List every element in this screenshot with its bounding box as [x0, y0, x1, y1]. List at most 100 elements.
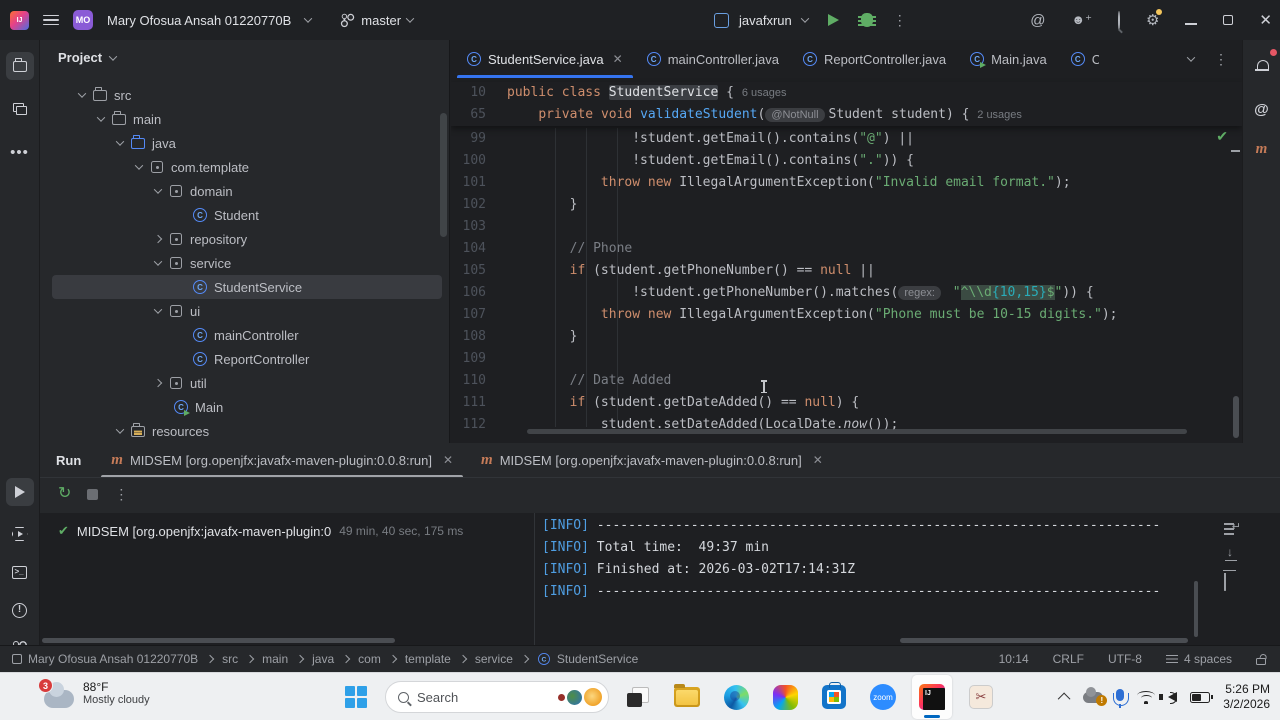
debug-button[interactable]: [857, 13, 876, 27]
run-tab[interactable]: m MIDSEM [org.openjfx:javafx-maven-plugin…: [97, 443, 467, 477]
project-tree-item[interactable]: resources: [40, 419, 449, 443]
project-tree-item[interactable]: C ReportController: [40, 347, 449, 371]
line-ending[interactable]: CRLF: [1053, 652, 1084, 666]
breadcrumb-item[interactable]: template: [405, 652, 451, 666]
terminal-tool-icon[interactable]: [6, 558, 34, 586]
breadcrumb-item[interactable]: com: [358, 652, 381, 666]
project-tree-item[interactable]: ui: [40, 299, 449, 323]
structure-tool-icon[interactable]: [6, 95, 34, 123]
code-area[interactable]: 10 public class StudentService { 6 usages…: [451, 78, 1242, 443]
tree-chevron-icon[interactable]: [115, 137, 125, 146]
edge-button[interactable]: [716, 675, 756, 719]
close-button[interactable]: ✕: [1259, 11, 1272, 29]
editor-tab[interactable]: C StudentService.java ✕: [455, 40, 635, 78]
project-tree-item[interactable]: C Student: [40, 203, 449, 227]
console-hscrollbar[interactable]: [900, 638, 1188, 643]
store-button[interactable]: [814, 675, 854, 719]
notifications-bell-icon[interactable]: [1248, 49, 1277, 80]
breadcrumb-item[interactable]: Mary Ofosua Ansah 01220770B: [12, 652, 198, 666]
microphone-icon[interactable]: [1113, 689, 1130, 708]
file-encoding[interactable]: UTF-8: [1108, 652, 1142, 666]
breadcrumb-item[interactable]: main: [262, 652, 288, 666]
project-tree-item[interactable]: repository: [40, 227, 449, 251]
breadcrumb-item[interactable]: C StudentService: [537, 652, 638, 666]
project-tree-item[interactable]: java: [40, 131, 449, 155]
tab-options-icon[interactable]: ⋮: [1214, 52, 1228, 66]
ai-assistant-icon[interactable]: @: [1030, 12, 1045, 29]
settings-gear-icon[interactable]: ⚙: [1146, 9, 1163, 29]
editor-pane[interactable]: C StudentService.java ✕ CmainController.jav…: [451, 40, 1242, 443]
restore-button[interactable]: [1223, 12, 1234, 29]
project-tool-icon[interactable]: [5, 52, 34, 80]
project-name[interactable]: Mary Ofosua Ansah 01220770B: [107, 13, 291, 28]
project-tree-item[interactable]: util: [40, 371, 449, 395]
run-tree-hscrollbar[interactable]: [42, 638, 395, 643]
inspections-ok-icon[interactable]: ✔: [1216, 128, 1228, 145]
project-panel-title[interactable]: Project: [58, 50, 102, 65]
clock-widget[interactable]: 5:26 PM 3/2/2026: [1223, 682, 1270, 712]
more-tools-icon[interactable]: •••: [6, 138, 34, 166]
task-view-button[interactable]: [618, 675, 658, 719]
run-tab-close-icon[interactable]: ✕: [813, 453, 823, 467]
intellij-taskbar-button[interactable]: [912, 675, 952, 719]
editor-vscrollbar[interactable]: [1233, 396, 1239, 438]
battery-icon[interactable]: [1190, 691, 1214, 703]
breadcrumb-item[interactable]: src: [222, 652, 238, 666]
editor-tab[interactable]: C ReportController.java: [791, 40, 958, 78]
more-run-actions-icon[interactable]: ⋮: [893, 13, 907, 27]
project-chevron-icon[interactable]: [304, 14, 313, 23]
file-explorer-button[interactable]: [667, 675, 707, 719]
indent-setting[interactable]: 4 spaces: [1165, 652, 1232, 666]
soft-wrap-icon[interactable]: [1224, 520, 1241, 535]
console-output[interactable]: [INFO] ---------------------------------…: [542, 515, 1208, 637]
minimize-button[interactable]: [1185, 12, 1198, 29]
project-tree-item[interactable]: main: [40, 107, 449, 131]
zoom-button[interactable]: zoom: [863, 675, 903, 719]
project-tree-item[interactable]: C Main: [40, 395, 449, 419]
ai-chat-icon[interactable]: @: [1248, 95, 1276, 123]
project-scrollbar[interactable]: [440, 113, 447, 237]
editor-tab[interactable]: CC: [1059, 40, 1099, 78]
file-lock-icon[interactable]: [1256, 654, 1266, 665]
services-tool-icon[interactable]: [6, 520, 34, 548]
project-tree-item[interactable]: domain: [40, 179, 449, 203]
wifi-icon[interactable]: [1137, 690, 1156, 704]
tree-chevron-icon[interactable]: [115, 425, 125, 434]
tray-overflow-chevron-icon[interactable]: [1058, 692, 1071, 705]
tree-chevron-icon[interactable]: [153, 305, 163, 314]
volume-icon[interactable]: [1159, 692, 1178, 704]
main-menu-icon[interactable]: [43, 11, 59, 30]
snipping-tool-button[interactable]: ✂: [961, 675, 1001, 719]
run-more-icon[interactable]: ⋮: [114, 487, 128, 501]
run-config-name[interactable]: javafxrun: [739, 13, 792, 28]
problems-tool-icon[interactable]: !: [6, 596, 34, 624]
project-tree-item[interactable]: src: [40, 83, 449, 107]
taskbar-search[interactable]: Search: [385, 681, 609, 713]
maven-tool-icon[interactable]: m: [1248, 135, 1276, 163]
tree-chevron-icon[interactable]: [77, 89, 87, 98]
project-tree-item[interactable]: CmainController: [40, 323, 449, 347]
project-tree-item[interactable]: com.template: [40, 155, 449, 179]
add-user-icon[interactable]: ☻⁺: [1071, 12, 1092, 28]
git-branch-widget[interactable]: master: [341, 13, 415, 28]
project-panel-chevron-icon[interactable]: [108, 51, 118, 61]
editor-tab[interactable]: CmainController.java: [635, 40, 791, 78]
hidden-tabs-chevron-icon[interactable]: [1186, 53, 1196, 62]
editor-hscrollbar[interactable]: [527, 429, 1187, 434]
tree-chevron-icon[interactable]: [153, 257, 163, 266]
clear-console-icon[interactable]: [1224, 573, 1240, 591]
run-tool-icon[interactable]: [5, 478, 34, 506]
tree-chevron-icon[interactable]: [96, 113, 106, 122]
rerun-icon[interactable]: ↻: [58, 486, 71, 502]
search-everywhere-icon[interactable]: [1117, 10, 1120, 30]
caret-position[interactable]: 10:14: [999, 652, 1029, 666]
console-vscrollbar[interactable]: [1194, 581, 1198, 637]
editor-tab[interactable]: C Main.java: [958, 40, 1059, 78]
tab-close-icon[interactable]: ✕: [613, 52, 623, 66]
stop-icon[interactable]: [87, 488, 99, 500]
project-tree-item[interactable]: C StudentService: [52, 275, 442, 299]
tree-chevron-icon[interactable]: [134, 161, 144, 170]
tree-chevron-icon[interactable]: [153, 185, 163, 194]
scroll-to-end-icon[interactable]: [1224, 545, 1240, 561]
run-tree-node[interactable]: ✔ MIDSEM [org.openjfx:javafx-maven-plugi…: [40, 513, 532, 539]
